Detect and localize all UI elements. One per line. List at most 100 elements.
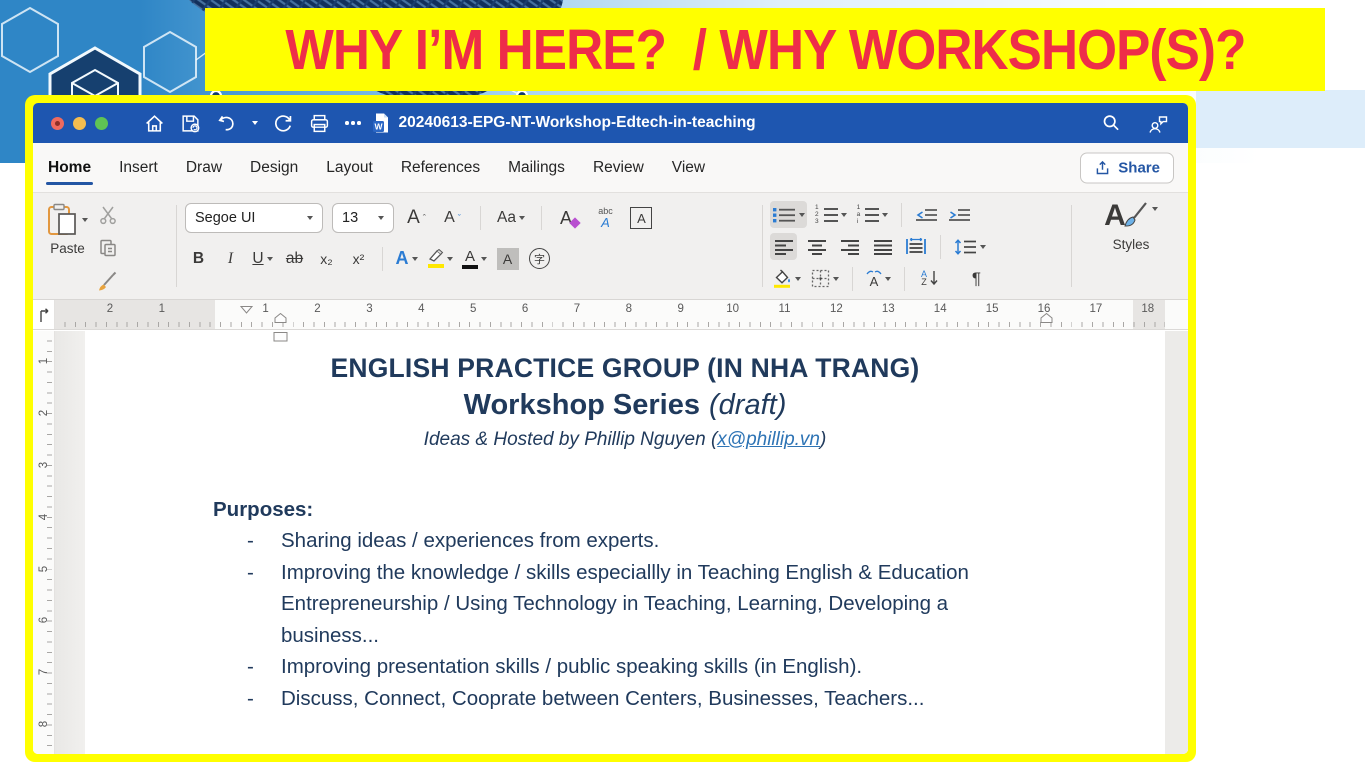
font-size-select[interactable]: 13 — [332, 203, 394, 233]
minimize-window-button[interactable] — [73, 117, 86, 130]
underline-chevron-icon[interactable] — [267, 257, 273, 261]
search-icon[interactable] — [1101, 113, 1121, 133]
ruler-number: 15 — [966, 303, 1018, 315]
first-line-indent-marker[interactable] — [240, 301, 253, 319]
left-indent-marker[interactable] — [273, 329, 288, 347]
subscript-button[interactable]: x₂ — [313, 245, 340, 272]
ruler-number: 14 — [914, 303, 966, 315]
tab-stop-selector[interactable] — [33, 300, 55, 329]
zoom-window-button[interactable] — [95, 117, 108, 130]
ribbon-tab[interactable]: Mailings — [508, 143, 565, 192]
sort-button[interactable]: AZ — [916, 265, 943, 292]
copy-icon[interactable] — [98, 238, 120, 263]
text-effects-button[interactable]: A — [393, 245, 420, 272]
bullet-dash: - — [247, 557, 281, 652]
ruler-number: 13 — [862, 303, 914, 315]
svg-text:W: W — [374, 122, 383, 132]
decrease-indent-button[interactable] — [913, 201, 940, 228]
shading-button[interactable] — [770, 265, 803, 292]
close-window-button[interactable] — [51, 117, 64, 130]
show-paragraph-marks-button[interactable]: ¶ — [963, 265, 990, 292]
highlight-button[interactable] — [425, 245, 455, 272]
ruler-number: 2 — [84, 303, 136, 315]
format-painter-icon[interactable] — [98, 271, 120, 296]
align-right-button[interactable] — [836, 233, 863, 260]
bullet-list-button[interactable] — [770, 201, 807, 228]
text-direction-button[interactable]: A — [864, 265, 893, 292]
paste-dropdown-chevron-icon[interactable] — [82, 218, 88, 222]
bullet-dash: - — [247, 651, 281, 683]
distribute-text-button[interactable] — [902, 233, 929, 260]
horizontal-ruler[interactable]: 21123456789101112131415161718 — [55, 300, 1188, 329]
document-heading-2: Workshop Series(draft) — [85, 389, 1165, 422]
cut-icon[interactable] — [98, 205, 120, 230]
align-left-button[interactable] — [770, 233, 797, 260]
increase-indent-icon — [948, 208, 971, 222]
home-icon[interactable] — [144, 113, 165, 134]
change-case-button[interactable]: Aa — [495, 205, 527, 232]
underline-button[interactable]: U — [249, 245, 276, 272]
print-icon[interactable] — [309, 113, 330, 134]
ruler-number: 3 — [343, 303, 395, 315]
ruler-number: 6 — [499, 303, 551, 315]
chevron-down-icon — [378, 216, 384, 220]
multilevel-list-icon — [865, 208, 879, 222]
borders-button[interactable] — [809, 265, 841, 292]
document-page[interactable]: ENGLISH PRACTICE GROUP (IN NHA TRANG) Wo… — [85, 331, 1165, 754]
list-item: - Improving presentation skills / public… — [247, 651, 1165, 683]
line-spacing-button[interactable] — [952, 233, 988, 260]
superscript-button[interactable]: x² — [345, 245, 372, 272]
hanging-indent-marker[interactable] — [274, 310, 287, 328]
font-name-select[interactable]: Segoe UI — [185, 203, 323, 233]
ribbon-tab[interactable]: Insert — [119, 143, 158, 192]
ribbon-tab[interactable]: Draw — [186, 143, 222, 192]
ribbon-tab[interactable]: Layout — [326, 143, 373, 192]
enclose-characters-button[interactable]: 字 — [526, 245, 553, 272]
undo-dropdown-chevron-icon[interactable] — [252, 121, 258, 125]
ruler-number: 18 — [1122, 303, 1174, 315]
ruler-number: 4 — [395, 303, 447, 315]
ruler-number: 10 — [707, 303, 759, 315]
email-link[interactable]: x@phillip.vn — [717, 429, 820, 450]
justify-button[interactable] — [869, 233, 896, 260]
font-color-button[interactable]: A — [460, 245, 489, 272]
align-left-icon — [774, 239, 794, 255]
redo-icon[interactable] — [273, 113, 294, 134]
numbered-list-button[interactable]: 123 — [813, 201, 849, 228]
styles-button[interactable]: A — [1104, 201, 1158, 231]
character-shading-button[interactable]: A — [494, 245, 521, 272]
ribbon-tab[interactable]: Design — [250, 143, 298, 192]
phonetic-guide-button[interactable]: abcA — [592, 205, 619, 232]
contacts-comments-icon[interactable] — [1147, 113, 1170, 133]
multilevel-list-button[interactable]: 1ai — [855, 201, 891, 228]
window-titlebar: W 20240613-EPG-NT-Workshop-Edtech-in-tea… — [33, 103, 1188, 143]
page-right-gutter[interactable] — [1165, 331, 1188, 754]
grow-font-button[interactable]: Aˆ — [403, 205, 430, 232]
shrink-font-button[interactable]: Aˇ — [439, 205, 466, 232]
right-indent-marker[interactable] — [1040, 310, 1053, 328]
character-border-button[interactable]: A — [628, 205, 655, 232]
ribbon-tab[interactable]: References — [401, 143, 480, 192]
paint-bucket-icon — [772, 269, 792, 288]
ribbon-tab[interactable]: View — [672, 143, 705, 192]
slide-title: WHY I’M HERE? / WHY WORKSHOP(S)? — [285, 17, 1245, 83]
ribbon-tab[interactable]: Home — [48, 143, 91, 192]
ribbon-tab[interactable]: Review — [593, 143, 644, 192]
clear-formatting-button[interactable]: A — [556, 205, 583, 232]
undo-icon[interactable] — [216, 113, 237, 134]
strikethrough-button[interactable]: ab — [281, 245, 308, 272]
align-center-button[interactable] — [803, 233, 830, 260]
more-commands-icon[interactable] — [345, 121, 349, 125]
share-button[interactable]: Share — [1080, 152, 1174, 183]
ruler-number: 8 — [603, 303, 655, 315]
italic-button[interactable]: I — [217, 245, 244, 272]
align-right-icon — [840, 239, 860, 255]
vertical-ruler[interactable]: 12345678 — [33, 331, 55, 754]
clipboard-group: Paste — [47, 203, 120, 296]
bold-button[interactable]: B — [185, 245, 212, 272]
ruler-number: 8 — [33, 698, 55, 750]
increase-indent-button[interactable] — [946, 201, 973, 228]
paste-button[interactable]: Paste — [47, 203, 88, 296]
share-icon — [1094, 159, 1111, 176]
save-icon[interactable] — [180, 113, 201, 134]
